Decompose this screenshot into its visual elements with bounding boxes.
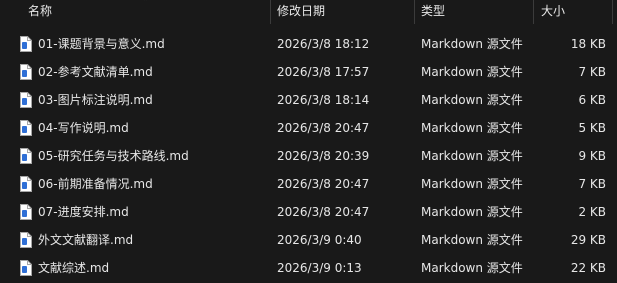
file-row[interactable]: 04-写作说明.md 2026/3/8 20:47 Markdown 源文件 5…: [0, 114, 617, 142]
file-name: 07-进度安排.md: [38, 205, 129, 219]
file-type: Markdown 源文件: [421, 233, 523, 247]
file-row[interactable]: 06-前期准备情况.md 2026/3/8 20:47 Markdown 源文件…: [0, 170, 617, 198]
file-name: 05-研究任务与技术路线.md: [38, 149, 189, 163]
document-icon: [20, 148, 32, 164]
file-explorer-details-view: ⌃ 名称 修改日期 类型 大小 01-课题背景与意义.md 2026/3/8 1…: [0, 0, 617, 283]
file-size: 2 KB: [578, 205, 606, 219]
file-type: Markdown 源文件: [421, 261, 523, 275]
file-type: Markdown 源文件: [421, 37, 523, 51]
file-type: Markdown 源文件: [421, 121, 523, 135]
file-modified-date: 2026/3/8 18:14: [277, 93, 370, 107]
file-name: 06-前期准备情况.md: [38, 177, 153, 191]
file-name: 外文文献翻译.md: [38, 233, 134, 247]
file-name: 02-参考文献清单.md: [38, 65, 153, 79]
file-size: 6 KB: [578, 93, 606, 107]
column-header-type[interactable]: 类型: [421, 0, 445, 24]
document-icon: [20, 204, 32, 220]
file-modified-date: 2026/3/9 0:40: [277, 233, 362, 247]
column-header-bar: ⌃ 名称 修改日期 类型 大小: [0, 0, 617, 24]
file-name: 01-课题背景与意义.md: [38, 37, 165, 51]
column-header-size[interactable]: 大小: [541, 0, 565, 24]
file-size: 5 KB: [578, 121, 606, 135]
file-size: 29 KB: [570, 233, 606, 247]
document-icon: [20, 176, 32, 192]
column-divider[interactable]: [533, 0, 534, 24]
file-size: 9 KB: [578, 149, 606, 163]
file-name: 04-写作说明.md: [38, 121, 129, 135]
file-modified-date: 2026/3/8 20:39: [277, 149, 370, 163]
sort-arrow-icon: ⌃: [142, 0, 149, 6]
file-row[interactable]: 01-课题背景与意义.md 2026/3/8 18:12 Markdown 源文…: [0, 30, 617, 58]
column-divider[interactable]: [270, 0, 271, 24]
file-row[interactable]: 02-参考文献清单.md 2026/3/8 17:57 Markdown 源文件…: [0, 58, 617, 86]
file-size: 7 KB: [578, 177, 606, 191]
file-row[interactable]: 05-研究任务与技术路线.md 2026/3/8 20:39 Markdown …: [0, 142, 617, 170]
file-size: 18 KB: [570, 37, 606, 51]
file-type: Markdown 源文件: [421, 65, 523, 79]
file-row[interactable]: 文献综述.md 2026/3/9 0:13 Markdown 源文件 22 KB: [0, 254, 617, 282]
file-modified-date: 2026/3/8 18:12: [277, 37, 370, 51]
file-name: 文献综述.md: [38, 261, 110, 275]
file-list: 01-课题背景与意义.md 2026/3/8 18:12 Markdown 源文…: [0, 30, 617, 282]
file-size: 7 KB: [578, 65, 606, 79]
document-icon: [20, 120, 32, 136]
document-icon: [20, 64, 32, 80]
document-icon: [20, 36, 32, 52]
column-divider[interactable]: [612, 0, 613, 24]
file-type: Markdown 源文件: [421, 205, 523, 219]
file-modified-date: 2026/3/8 17:57: [277, 65, 370, 79]
file-size: 22 KB: [570, 261, 606, 275]
file-modified-date: 2026/3/8 20:47: [277, 205, 370, 219]
column-divider[interactable]: [414, 0, 415, 24]
document-icon: [20, 92, 32, 108]
document-icon: [20, 260, 32, 276]
file-type: Markdown 源文件: [421, 149, 523, 163]
file-type: Markdown 源文件: [421, 177, 523, 191]
document-icon: [20, 232, 32, 248]
file-modified-date: 2026/3/8 20:47: [277, 177, 370, 191]
column-header-name[interactable]: 名称: [28, 0, 52, 24]
file-name: 03-图片标注说明.md: [38, 93, 153, 107]
file-row[interactable]: 外文文献翻译.md 2026/3/9 0:40 Markdown 源文件 29 …: [0, 226, 617, 254]
file-modified-date: 2026/3/9 0:13: [277, 261, 362, 275]
file-type: Markdown 源文件: [421, 93, 523, 107]
column-header-date[interactable]: 修改日期: [277, 0, 325, 24]
file-row[interactable]: 07-进度安排.md 2026/3/8 20:47 Markdown 源文件 2…: [0, 198, 617, 226]
file-row[interactable]: 03-图片标注说明.md 2026/3/8 18:14 Markdown 源文件…: [0, 86, 617, 114]
file-modified-date: 2026/3/8 20:47: [277, 121, 370, 135]
